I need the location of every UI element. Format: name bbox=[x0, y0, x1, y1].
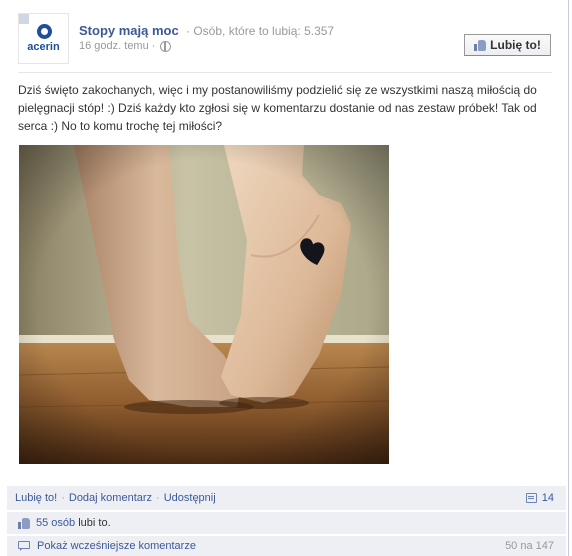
show-earlier-comments-link[interactable]: Pokaż wcześniejsze komentarze bbox=[37, 540, 196, 552]
time-dot: · bbox=[151, 40, 156, 52]
logo-text: acerin bbox=[27, 41, 60, 53]
post-actions-bar: Lubię to! · Dodaj komentarz · Udostępnij… bbox=[7, 486, 566, 510]
like-post-link[interactable]: Lubię to! bbox=[15, 492, 57, 504]
likes-suffix: lubi to. bbox=[75, 517, 111, 529]
post-message: Dziś święto zakochanych, więc i my posta… bbox=[18, 83, 537, 133]
avatar-corner bbox=[19, 14, 29, 24]
acerin-logo-icon bbox=[37, 24, 52, 39]
add-comment-link[interactable]: Dodaj komentarz bbox=[69, 492, 152, 504]
header-divider bbox=[18, 72, 552, 73]
comment-icon bbox=[525, 493, 537, 503]
thumb-up-icon bbox=[18, 517, 30, 529]
post-photo[interactable] bbox=[19, 145, 389, 464]
more-comments-bar: Pokaż wcześniejsze komentarze 50 na 147 bbox=[7, 536, 566, 556]
share-link[interactable]: Udostępnij bbox=[164, 492, 216, 504]
post-likes-bar: 55 osób lubi to. bbox=[7, 512, 566, 534]
page-likes-count: · Osób, które to lubią: 5.357 bbox=[186, 24, 335, 38]
comments-icon bbox=[18, 541, 31, 551]
like-page-label: Lubię to! bbox=[490, 38, 541, 52]
globe-icon bbox=[160, 40, 172, 52]
page-likes-text: Osób, które to lubią: 5.357 bbox=[193, 24, 335, 38]
likers-link[interactable]: 55 osób bbox=[36, 517, 75, 529]
comment-count-value: 14 bbox=[541, 492, 554, 504]
page-avatar[interactable]: acerin bbox=[18, 13, 69, 64]
separator-dot: · bbox=[156, 492, 160, 504]
comment-count[interactable]: 14 bbox=[525, 492, 554, 504]
page-name-link[interactable]: Stopy mają moc bbox=[79, 23, 179, 38]
post-time: 16 godz. temu · bbox=[79, 40, 172, 52]
separator-dot: · bbox=[61, 492, 65, 504]
time-link[interactable]: 16 godz. temu bbox=[79, 40, 149, 52]
comments-pagination: 50 na 147 bbox=[505, 540, 554, 552]
thumb-up-icon bbox=[474, 39, 487, 51]
like-page-button[interactable]: Lubię to! bbox=[464, 34, 551, 56]
feet-heart-photo bbox=[19, 145, 389, 464]
